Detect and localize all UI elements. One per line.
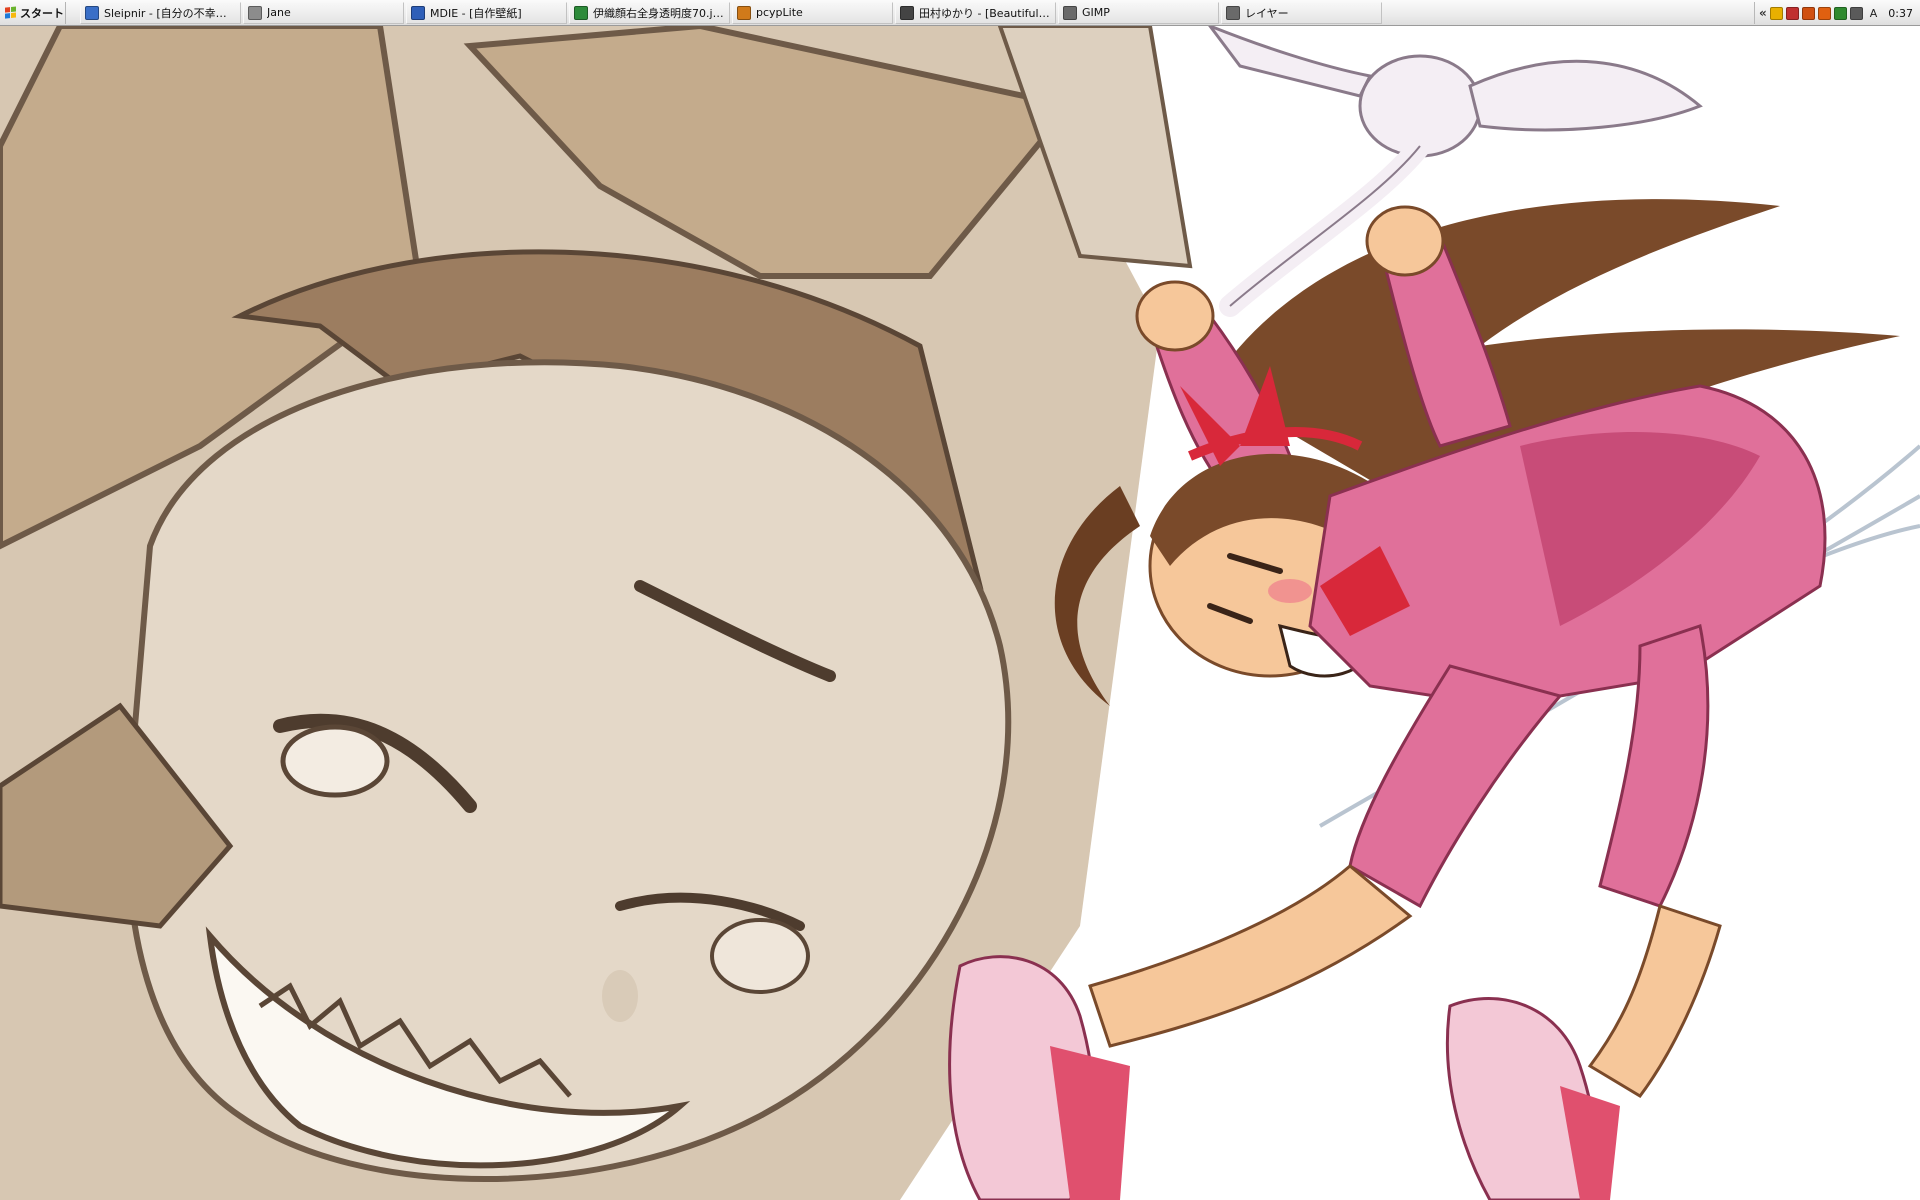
taskbar-button[interactable]: 田村ゆかり - [Beautiful A... (895, 1, 1056, 24)
taskbar-button-label: pcypLite (756, 6, 803, 19)
system-tray: « A 0:37 (1754, 2, 1920, 24)
taskbar-button[interactable]: レイヤー (1221, 1, 1382, 24)
taskbar-button-label: レイヤー (1245, 6, 1289, 20)
tray-expand-icon[interactable]: « (1759, 6, 1767, 20)
browser-icon (85, 5, 99, 20)
taskbar-button-label: GIMP (1082, 6, 1110, 19)
bbs-reader-icon (248, 5, 262, 20)
taskbar: スタート Sleipnir - [自分の不幸が... Jane MDIE - [自作… (0, 0, 1920, 26)
media-player-icon (737, 5, 751, 20)
clock[interactable]: 0:37 (1888, 7, 1913, 20)
tray-icons (1769, 6, 1863, 20)
image-viewer-icon (574, 5, 588, 20)
tray-speaker-icon[interactable] (1801, 6, 1815, 20)
wallpaper-illustration (0, 26, 1920, 1200)
desktop: スタート Sleipnir - [自分の不幸が... Jane MDIE - [自作… (0, 0, 1920, 1200)
tray-volume-icon[interactable] (1817, 6, 1831, 20)
start-button[interactable]: スタート (2, 1, 66, 24)
task-list: Sleipnir - [自分の不幸が... Jane MDIE - [自作壁紙] 伊織… (80, 1, 1384, 24)
taskbar-button[interactable]: pcypLite (732, 1, 893, 24)
taskbar-button-label: 伊織顔右全身透明度70.jpg... (593, 6, 725, 20)
tray-app2-icon[interactable] (1849, 6, 1863, 20)
tray-app-icon[interactable] (1769, 6, 1783, 20)
taskbar-button[interactable]: 伊織顔右全身透明度70.jpg... (569, 1, 730, 24)
start-label: スタート (20, 6, 64, 20)
taskbar-button-label: 田村ゆかり - [Beautiful A... (919, 6, 1051, 20)
taskbar-button[interactable]: MDIE - [自作壁紙] (406, 1, 567, 24)
windows-logo-icon (5, 5, 17, 19)
taskbar-button-label: Sleipnir - [自分の不幸が... (104, 6, 236, 20)
taskbar-button[interactable]: GIMP (1058, 1, 1219, 24)
tray-network-icon[interactable] (1785, 6, 1799, 20)
taskbar-button[interactable]: Sleipnir - [自分の不幸が... (80, 1, 241, 24)
taskbar-button[interactable]: Jane (243, 1, 404, 24)
gimp-layers-icon (1226, 5, 1240, 20)
tray-meter-icon[interactable] (1833, 6, 1847, 20)
ime-indicator[interactable]: A (1870, 7, 1878, 20)
desktop-wallpaper (0, 26, 1920, 1200)
taskbar-button-label: Jane (267, 6, 291, 19)
music-player-icon (900, 5, 914, 20)
taskbar-button-label: MDIE - [自作壁紙] (430, 6, 522, 20)
folder-window-icon (411, 5, 425, 20)
gimp-icon (1063, 5, 1077, 20)
